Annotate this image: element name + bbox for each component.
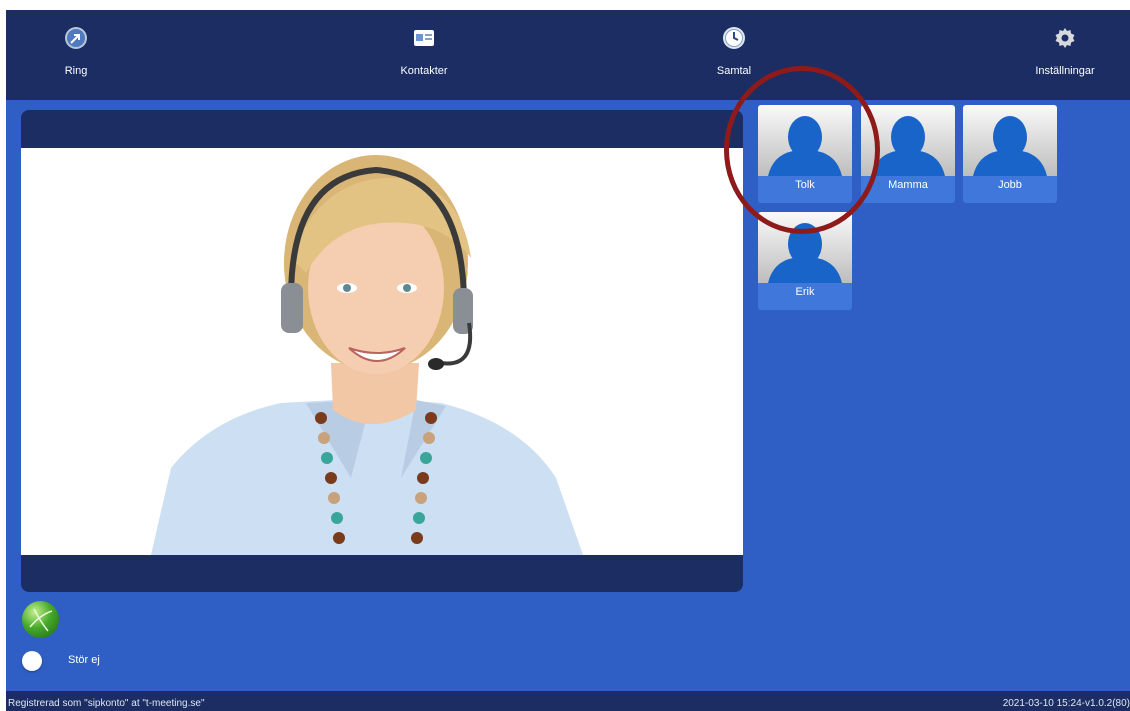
do-not-disturb-toggle[interactable] [22, 651, 60, 671]
registration-status: Registrerad som "sipkonto" at "t-meeting… [8, 698, 205, 709]
person-icon [973, 116, 1047, 176]
nav-contacts-label: Kontakter [400, 65, 448, 77]
status-bar: Registrerad som "sipkonto" at "t-meeting… [6, 691, 1130, 711]
contact-photo [963, 105, 1057, 176]
globe-button[interactable] [22, 601, 59, 638]
nav-calls-button[interactable]: Samtal [669, 10, 799, 100]
nav-settings-label: Inställningar [1035, 65, 1095, 77]
contact-name: Tolk [795, 179, 815, 191]
globe-icon [29, 608, 53, 632]
nav-ring-label: Ring [64, 65, 88, 77]
nav-calls-label: Samtal [716, 65, 752, 77]
phone-arrow-icon [65, 27, 87, 49]
gear-icon [1055, 28, 1075, 48]
contact-photo [861, 105, 955, 176]
video-feed [21, 148, 743, 555]
video-call-panel [21, 110, 743, 592]
do-not-disturb-label: Stör ej [68, 654, 100, 666]
contact-photo [758, 212, 852, 283]
contact-tile-mamma[interactable]: Mamma [861, 105, 955, 203]
clock-icon [723, 27, 745, 49]
contact-name: Jobb [998, 179, 1022, 191]
nav-contacts-button[interactable]: Kontakter [359, 10, 489, 100]
person-icon [871, 116, 945, 176]
contacts-card-icon [414, 30, 434, 46]
contact-tile-erik[interactable]: Erik [758, 212, 852, 310]
timestamp-version: 2021-03-10 15:24-v1.0.2(80) [1002, 698, 1130, 709]
contact-photo [758, 105, 852, 176]
contact-tile-tolk[interactable]: Tolk [758, 105, 852, 203]
top-navigation-bar: Ring Kontakter Samtal Inställningar [6, 10, 1130, 100]
contact-name: Erik [795, 286, 815, 298]
contact-tile-jobb[interactable]: Jobb [963, 105, 1057, 203]
contact-name: Mamma [888, 179, 928, 191]
nav-ring-button[interactable]: Ring [11, 10, 141, 100]
person-icon [768, 116, 842, 176]
person-icon [768, 223, 842, 283]
app-window: Ring Kontakter Samtal Inställningar Tolk… [6, 10, 1130, 711]
nav-settings-button[interactable]: Inställningar [1000, 10, 1130, 100]
video-person-image [151, 155, 583, 555]
toggle-knob [22, 651, 42, 671]
